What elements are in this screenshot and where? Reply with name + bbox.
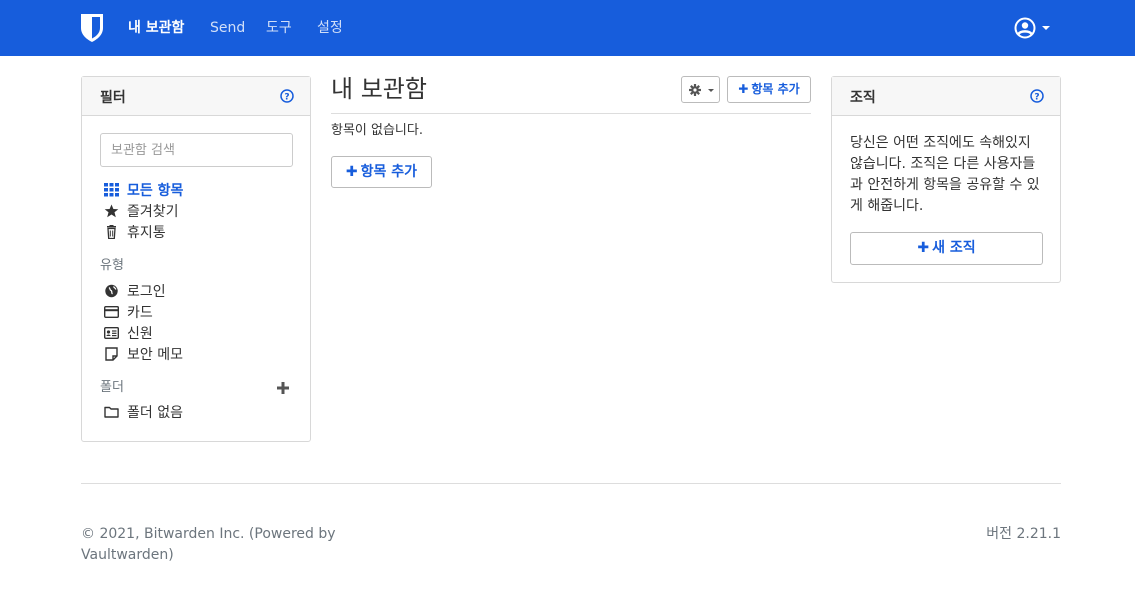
new-organization-button[interactable]: ✚ 새 조직 bbox=[850, 232, 1043, 265]
filter-no-folder-label: 폴더 없음 bbox=[127, 405, 183, 421]
plus-icon: ✚ bbox=[917, 240, 930, 256]
filter-all-items[interactable]: 모든 항목 bbox=[104, 181, 183, 201]
gear-icon bbox=[689, 84, 701, 96]
add-item-label: 항목 추가 bbox=[751, 82, 800, 96]
account-menu-button[interactable] bbox=[1014, 17, 1054, 39]
footer-divider bbox=[81, 483, 1061, 484]
chevron-down-icon bbox=[1042, 26, 1050, 30]
add-item-button[interactable]: ✚ 항목 추가 bbox=[331, 156, 432, 188]
nav-settings[interactable]: 설정 bbox=[317, 18, 343, 38]
bitwarden-shield-icon[interactable] bbox=[80, 13, 104, 43]
footer-version: 버전 2.21.1 bbox=[986, 526, 1061, 542]
nav-tools[interactable]: 도구 bbox=[266, 18, 292, 38]
user-circle-icon bbox=[1014, 17, 1036, 39]
vault-search-input[interactable] bbox=[100, 133, 293, 167]
filter-type-card[interactable]: 카드 bbox=[104, 303, 153, 323]
nav-my-vault[interactable]: 내 보관함 bbox=[128, 18, 184, 38]
filter-favorites[interactable]: 즐겨찾기 bbox=[104, 202, 179, 222]
chevron-down-icon bbox=[708, 89, 714, 92]
filter-panel: 필터 ? 모든 항목 즐겨찾기 휴지통 유형 로그인 bbox=[81, 76, 311, 442]
filter-type-card-label: 카드 bbox=[127, 305, 153, 321]
trash-icon bbox=[107, 225, 116, 239]
title-divider bbox=[331, 113, 811, 114]
globe-icon bbox=[105, 284, 118, 298]
plus-icon: ✚ bbox=[345, 164, 358, 180]
id-card-icon bbox=[104, 327, 119, 339]
organizations-title: 조직 bbox=[850, 90, 876, 106]
types-heading: 유형 bbox=[100, 258, 124, 273]
filter-title: 필터 bbox=[100, 90, 126, 106]
grid-icon bbox=[104, 183, 119, 197]
filter-header: 필터 ? bbox=[82, 77, 310, 116]
plus-icon: ✚ bbox=[738, 82, 749, 96]
folders-heading: 폴더 bbox=[100, 380, 124, 395]
filter-trash-label: 휴지통 bbox=[127, 225, 166, 241]
filter-type-identity-label: 신원 bbox=[127, 326, 153, 342]
star-icon bbox=[104, 204, 119, 218]
footer-copyright: © 2021, Bitwarden Inc. (Powered by Vault… bbox=[81, 526, 336, 563]
filter-all-items-label: 모든 항목 bbox=[127, 183, 184, 199]
filter-type-secure-note-label: 보안 메모 bbox=[127, 347, 183, 363]
top-navbar: 내 보관함 Send 도구 설정 bbox=[0, 0, 1135, 56]
organizations-panel: 조직 ? 당신은 어떤 조직에도 속해있지 않습니다. 조직은 다른 사용자들과… bbox=[831, 76, 1061, 283]
add-item-button-header[interactable]: ✚ 항목 추가 bbox=[727, 76, 811, 103]
filter-no-folder[interactable]: 폴더 없음 bbox=[104, 403, 183, 423]
filter-favorites-label: 즐겨찾기 bbox=[127, 204, 179, 220]
help-icon[interactable]: ? bbox=[280, 89, 294, 103]
empty-vault-message: 항목이 없습니다. bbox=[331, 123, 423, 138]
credit-card-icon bbox=[104, 306, 119, 318]
organizations-header: 조직 ? bbox=[832, 77, 1060, 116]
no-organizations-message: 당신은 어떤 조직에도 속해있지 않습니다. 조직은 다른 사용자들과 안전하게… bbox=[850, 135, 1040, 214]
svg-text:?: ? bbox=[1034, 93, 1039, 103]
vault-options-button[interactable] bbox=[681, 76, 720, 103]
filter-type-identity[interactable]: 신원 bbox=[104, 324, 153, 344]
nav-send[interactable]: Send bbox=[210, 18, 245, 38]
sticky-note-icon bbox=[105, 347, 118, 361]
help-icon[interactable]: ? bbox=[1030, 89, 1044, 103]
svg-text:?: ? bbox=[284, 93, 289, 103]
filter-type-login[interactable]: 로그인 bbox=[104, 282, 166, 302]
folder-icon bbox=[104, 406, 119, 418]
add-item-label: 항목 추가 bbox=[360, 164, 418, 180]
filter-type-secure-note[interactable]: 보안 메모 bbox=[104, 345, 183, 365]
new-organization-label: 새 조직 bbox=[932, 240, 976, 256]
page-title: 내 보관함 bbox=[331, 75, 427, 103]
plus-icon[interactable] bbox=[276, 381, 290, 395]
filter-trash[interactable]: 휴지통 bbox=[104, 223, 166, 243]
filter-type-login-label: 로그인 bbox=[127, 284, 166, 300]
